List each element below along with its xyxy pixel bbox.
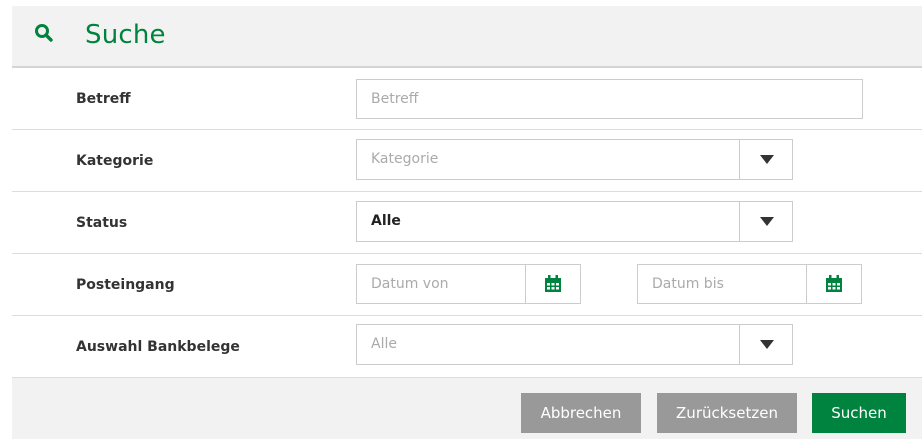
betreff-input[interactable]: Betreff — [356, 79, 863, 119]
posteingang-label: Posteingang — [76, 277, 175, 293]
datum-von-input[interactable]: Datum von — [371, 265, 449, 303]
status-label: Status — [76, 215, 128, 231]
datum-von-field[interactable]: Datum von — [356, 264, 581, 304]
datum-bis-field[interactable]: Datum bis — [637, 264, 862, 304]
bankbelege-label: Auswahl Bankbelege — [76, 339, 240, 355]
status-row: Status Alle — [12, 192, 922, 254]
posteingang-row: Posteingang Datum von Datum bis — [12, 254, 922, 316]
bankbelege-select-value: Alle — [371, 336, 397, 352]
kategorie-select-value: Kategorie — [371, 151, 439, 167]
search-header: Suche — [12, 6, 922, 68]
page-title: Suche — [85, 20, 166, 50]
reset-button[interactable]: Zurücksetzen — [657, 393, 797, 433]
kategorie-select[interactable]: Kategorie — [356, 139, 793, 180]
betreff-row: Betreff Betreff — [12, 68, 922, 130]
kategorie-row: Kategorie Kategorie — [12, 130, 922, 192]
status-dropdown-button[interactable] — [739, 202, 792, 241]
betreff-label: Betreff — [76, 91, 131, 107]
button-bar: Abbrechen Zurücksetzen Suchen — [12, 378, 922, 439]
status-select-value: Alle — [371, 213, 401, 229]
calendar-icon — [826, 275, 842, 292]
cancel-button[interactable]: Abbrechen — [521, 393, 641, 433]
bankbelege-dropdown-button[interactable] — [739, 325, 792, 364]
datum-von-calendar-button[interactable] — [525, 265, 580, 303]
search-button[interactable]: Suchen — [812, 393, 906, 433]
kategorie-label: Kategorie — [76, 153, 154, 169]
status-select[interactable]: Alle — [356, 201, 793, 242]
datum-bis-input[interactable]: Datum bis — [652, 265, 724, 303]
chevron-down-icon — [760, 340, 774, 349]
datum-bis-calendar-button[interactable] — [806, 265, 861, 303]
bankbelege-select[interactable]: Alle — [356, 324, 793, 365]
bankbelege-row: Auswahl Bankbelege Alle — [12, 316, 922, 378]
chevron-down-icon — [760, 217, 774, 226]
calendar-icon — [545, 275, 561, 292]
kategorie-dropdown-button[interactable] — [739, 140, 792, 179]
search-icon — [34, 23, 54, 43]
chevron-down-icon — [760, 155, 774, 164]
search-panel: Suche Betreff Betreff Kategorie Kategori… — [0, 0, 922, 439]
